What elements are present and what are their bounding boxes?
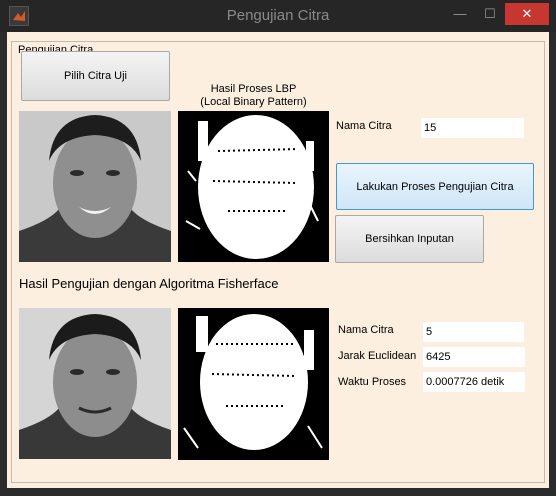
maximize-button[interactable]: ☐ — [475, 3, 505, 25]
lbp-result-image — [178, 308, 329, 460]
minimize-button[interactable]: — — [445, 3, 475, 25]
test-face-image — [19, 111, 171, 262]
test-nama-field[interactable]: 15 — [421, 118, 524, 138]
lakukan-proses-button[interactable]: Lakukan Proses Pengujian Citra — [336, 163, 534, 210]
pilih-citra-button[interactable]: Pilih Citra Uji — [21, 51, 170, 101]
result-face-image — [19, 308, 171, 459]
close-button[interactable]: ✕ — [505, 3, 549, 25]
lbp-caption: Hasil Proses LBP (Local Binary Pattern) — [178, 83, 329, 109]
jarak-euclidean-label: Jarak Euclidean — [338, 350, 417, 362]
client-area: Pengujian Citra Pilih Citra Uji Hasil Pr… — [7, 32, 549, 488]
result-nama-label: Nama Citra — [338, 324, 394, 336]
result-nama-field[interactable]: 5 — [423, 322, 524, 342]
jarak-euclidean-field[interactable]: 6425 — [423, 347, 525, 367]
waktu-proses-label: Waktu Proses — [338, 376, 407, 388]
lbp-test-image — [178, 111, 329, 262]
app-window: Pengujian Citra — ☐ ✕ Pengujian Citra Pi… — [0, 0, 556, 496]
result-heading: Hasil Pengujian dengan Algoritma Fisherf… — [19, 276, 279, 291]
bersihkan-button[interactable]: Bersihkan Inputan — [335, 215, 484, 263]
waktu-proses-field[interactable]: 0.0007726 detik — [423, 372, 525, 392]
lbp-caption-line2: (Local Binary Pattern) — [200, 96, 307, 108]
lbp-caption-line1: Hasil Proses LBP — [210, 83, 297, 95]
title-bar: Pengujian Citra — ☐ ✕ — [0, 0, 556, 32]
test-nama-label: Nama Citra — [336, 120, 392, 132]
